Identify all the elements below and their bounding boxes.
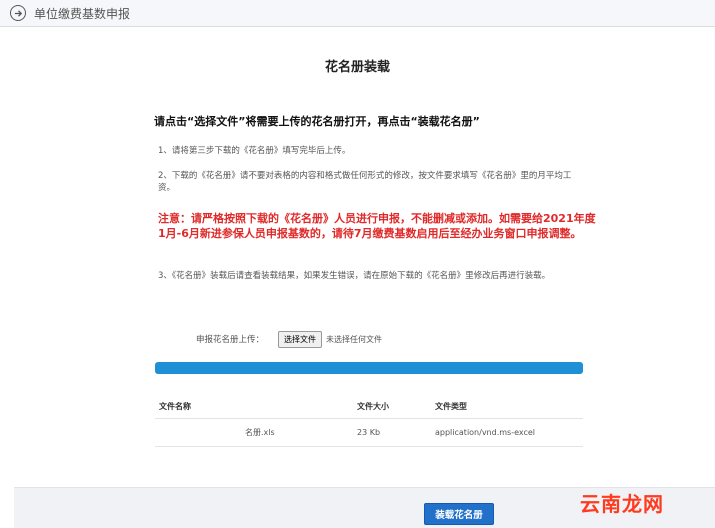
step-3-text: 3、《花名册》装载后请查看装载结果，如果发生错误，请在原始下载的《花名册》里修改… <box>158 271 551 281</box>
file-table: 文件名称 文件大小 文件类型 名册.xls 23 Kb application/… <box>155 394 583 447</box>
choose-file-button[interactable]: 选择文件 <box>278 330 323 348</box>
header-title: 单位缴费基数申报 <box>34 6 131 21</box>
file-table-header-row: 文件名称 文件大小 文件类型 <box>155 394 583 419</box>
watermark-text: 云南龙网 <box>580 492 664 516</box>
column-header-file-type: 文件类型 <box>431 394 583 419</box>
page-title: 花名册装载 <box>324 60 390 75</box>
step-2-text: 2、下载的《花名册》请不要对表格的内容和格式做任何形式的修改，按文件要求填写《花… <box>158 171 572 193</box>
file-size-cell: 23 Kb <box>353 418 431 447</box>
load-roster-button[interactable]: 装载花名册 <box>424 503 494 525</box>
instruction-text: 请点击“选择文件”将需要上传的花名册打开，再点击“装载花名册” <box>154 115 480 128</box>
warning-text: 注意：请严格按照下载的《花名册》人员进行申报，不能删减或添加。如需要给2021年… <box>158 212 596 240</box>
no-file-text: 未选择任何文件 <box>326 334 383 344</box>
page-header: 单位缴费基数申报 <box>0 0 715 27</box>
table-row: 名册.xls 23 Kb application/vnd.ms-excel <box>155 418 583 447</box>
column-header-file-name: 文件名称 <box>155 394 353 419</box>
column-header-file-size: 文件大小 <box>353 394 431 419</box>
upload-progress-bar <box>155 362 583 374</box>
file-name-cell: 名册.xls <box>155 418 353 447</box>
arrow-right-circle-icon[interactable] <box>10 5 26 21</box>
upload-row: 申报花名册上传： 选择文件 未选择任何文件 <box>196 330 382 348</box>
file-type-cell: application/vnd.ms-excel <box>431 418 583 447</box>
upload-label: 申报花名册上传： <box>196 335 265 345</box>
step-1-text: 1、请将第三步下载的《花名册》填写完毕后上传。 <box>158 146 351 156</box>
